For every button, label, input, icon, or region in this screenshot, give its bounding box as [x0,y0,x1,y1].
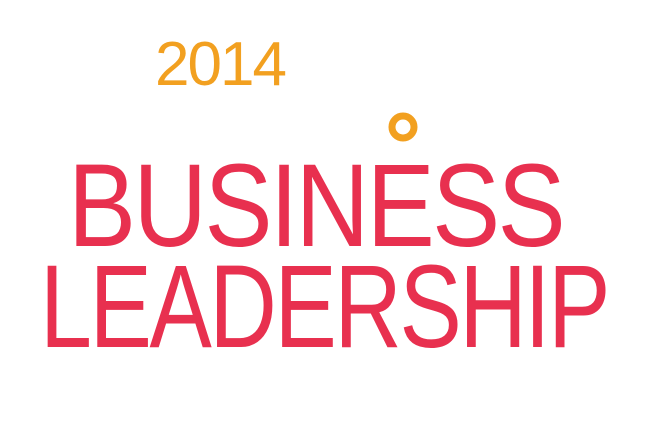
circle-ring-icon [388,112,418,142]
headline-line-2: LEADERSHIP [40,241,608,373]
logo-graphic: 2014 BUSINESS LEADERSHIP [40,30,611,373]
year-label: 2014 [155,30,285,99]
business-leadership-logo: 2014 BUSINESS LEADERSHIP [0,0,650,443]
